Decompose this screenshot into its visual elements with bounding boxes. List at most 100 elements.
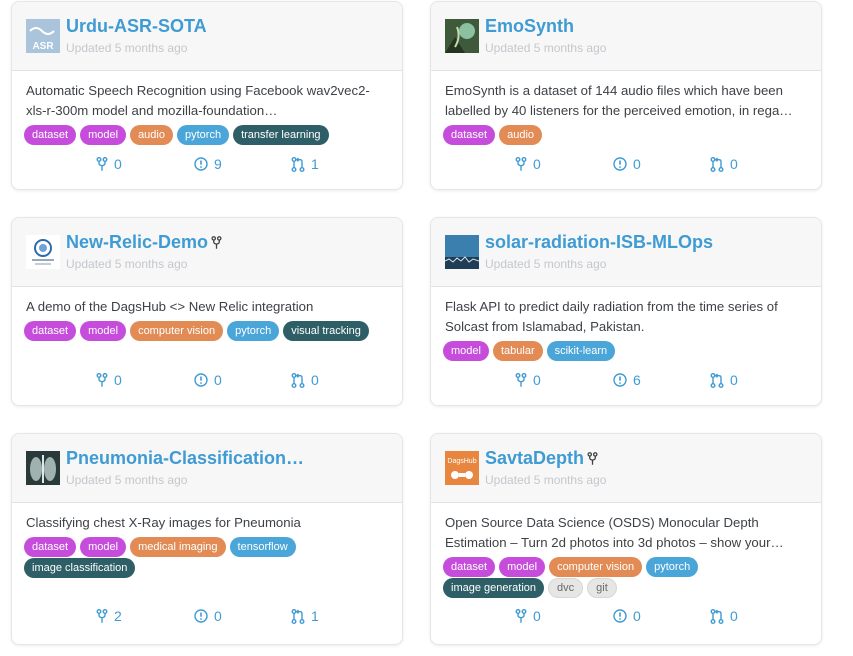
updated-time: Updated 5 months ago xyxy=(66,473,188,487)
tag-model[interactable]: model xyxy=(80,537,127,557)
card-header: solar-radiation-ISB-MLOps Updated 5 mont… xyxy=(431,218,821,287)
fork-icon xyxy=(515,608,527,623)
issue-icon xyxy=(613,157,627,171)
issues-stat[interactable]: 0 xyxy=(194,608,222,624)
new-relic-logo-icon[interactable] xyxy=(26,235,60,269)
tag-computer-vision[interactable]: computer vision xyxy=(549,557,643,577)
tag-pytorch[interactable]: pytorch xyxy=(227,321,280,341)
repo-stats: 0 0 0 xyxy=(431,156,821,176)
tag-list: dataset audio xyxy=(443,125,807,146)
forks-count: 2 xyxy=(114,608,122,624)
tag-git[interactable]: git xyxy=(587,578,617,598)
tag-scikit-learn[interactable]: scikit-learn xyxy=(546,341,616,361)
issues-stat[interactable]: 0 xyxy=(194,372,222,388)
tag-image-generation[interactable]: image generation xyxy=(443,578,545,598)
issues-stat[interactable]: 0 xyxy=(613,156,641,172)
pull-request-icon xyxy=(710,156,724,172)
forks-count: 0 xyxy=(533,608,541,624)
pull-request-icon xyxy=(710,608,724,624)
tag-tabular[interactable]: tabular xyxy=(492,341,543,361)
forks-stat[interactable]: 0 xyxy=(515,156,541,172)
forks-stat[interactable]: 0 xyxy=(96,372,122,388)
card-header: ASR Urdu-ASR-SOTA Updated 5 months ago xyxy=(12,2,402,71)
issues-count: 9 xyxy=(214,156,222,172)
repo-title[interactable]: SavtaDepth xyxy=(485,448,598,469)
repo-title-text[interactable]: SavtaDepth xyxy=(485,448,584,469)
tag-tensorflow[interactable]: tensorflow xyxy=(229,537,296,557)
repo-title[interactable]: EmoSynth xyxy=(485,16,574,37)
forks-count: 0 xyxy=(533,156,541,172)
pulls-count: 0 xyxy=(730,156,738,172)
dagshub-logo-icon[interactable]: DagsHub xyxy=(445,451,479,485)
issues-stat[interactable]: 9 xyxy=(194,156,222,172)
pulls-count: 0 xyxy=(730,372,738,388)
tag-model[interactable]: model xyxy=(499,557,546,577)
pulls-count: 1 xyxy=(311,156,319,172)
issue-icon xyxy=(613,609,627,623)
updated-time: Updated 5 months ago xyxy=(485,257,607,271)
repo-card-pneumonia-classification: Pneumonia-Classification… Updated 5 mont… xyxy=(11,433,403,645)
tag-visual-tracking[interactable]: visual tracking xyxy=(283,321,369,341)
fork-icon xyxy=(515,156,527,171)
pull-requests-stat[interactable]: 0 xyxy=(710,608,738,624)
forks-stat[interactable]: 2 xyxy=(96,608,122,624)
pull-requests-stat[interactable]: 1 xyxy=(291,608,319,624)
issues-stat[interactable]: 0 xyxy=(613,608,641,624)
tag-dataset[interactable]: dataset xyxy=(24,125,77,145)
tag-list: dataset model medical imaging tensorflow… xyxy=(24,537,388,579)
tag-audio[interactable]: audio xyxy=(130,125,173,145)
pull-requests-stat[interactable]: 0 xyxy=(710,372,738,388)
tag-pytorch[interactable]: pytorch xyxy=(176,125,230,145)
repo-card-savtadepth: DagsHub SavtaDepth Updated 5 months ago … xyxy=(430,433,822,645)
repo-stats: 0 0 0 xyxy=(431,608,821,628)
tag-list: dataset model computer vision pytorch vi… xyxy=(24,321,388,342)
tag-image-classification[interactable]: image classification xyxy=(24,558,136,578)
repo-title[interactable]: Pneumonia-Classification… xyxy=(66,448,304,469)
tag-model[interactable]: model xyxy=(443,341,489,361)
repo-title[interactable]: New-Relic-Demo xyxy=(66,232,222,253)
issue-icon xyxy=(194,373,208,387)
repo-description: EmoSynth is a dataset of 144 audio files… xyxy=(445,83,793,118)
tag-audio[interactable]: audio xyxy=(499,125,543,145)
issues-stat[interactable]: 6 xyxy=(613,372,641,388)
tag-dataset[interactable]: dataset xyxy=(443,557,496,577)
repo-title-text[interactable]: New-Relic-Demo xyxy=(66,232,208,253)
urdu-asr-logo-text: ASR xyxy=(32,41,54,52)
tag-model[interactable]: model xyxy=(80,321,127,341)
forks-stat[interactable]: 0 xyxy=(96,156,122,172)
repo-title[interactable]: solar-radiation-ISB-MLOps xyxy=(485,232,713,253)
fork-icon xyxy=(96,608,108,623)
forks-stat[interactable]: 0 xyxy=(515,608,541,624)
forks-count: 0 xyxy=(114,156,122,172)
card-header: Pneumonia-Classification… Updated 5 mont… xyxy=(12,434,402,503)
tag-dataset[interactable]: dataset xyxy=(24,321,77,341)
repo-title[interactable]: Urdu-ASR-SOTA xyxy=(66,16,207,37)
tag-model[interactable]: model xyxy=(80,125,127,145)
emosynth-image-icon[interactable] xyxy=(445,19,479,53)
tag-transfer-learning[interactable]: transfer learning xyxy=(233,125,329,145)
issue-icon xyxy=(194,609,208,623)
pull-requests-stat[interactable]: 1 xyxy=(291,156,319,172)
urdu-asr-logo-icon[interactable]: ASR xyxy=(26,19,60,53)
fork-icon xyxy=(96,372,108,387)
tag-dvc[interactable]: dvc xyxy=(548,578,584,598)
repo-description: Classifying chest X-Ray images for Pneum… xyxy=(26,515,301,530)
repo-title-text[interactable]: Pneumonia-Classification… xyxy=(66,448,304,469)
tag-pytorch[interactable]: pytorch xyxy=(646,557,699,577)
repo-card-new-relic-demo: New-Relic-Demo Updated 5 months ago A de… xyxy=(11,217,403,406)
forks-stat[interactable]: 0 xyxy=(515,372,541,388)
solar-chart-image-icon[interactable] xyxy=(445,235,479,269)
pull-requests-stat[interactable]: 0 xyxy=(710,156,738,172)
issues-count: 0 xyxy=(214,372,222,388)
tag-computer-vision[interactable]: computer vision xyxy=(130,321,224,341)
repo-title-text[interactable]: Urdu-ASR-SOTA xyxy=(66,16,207,37)
tag-dataset[interactable]: dataset xyxy=(24,537,77,557)
tag-medical-imaging[interactable]: medical imaging xyxy=(130,537,226,557)
tag-dataset[interactable]: dataset xyxy=(443,125,496,145)
issue-icon xyxy=(194,157,208,171)
repo-title-text[interactable]: solar-radiation-ISB-MLOps xyxy=(485,232,713,253)
issues-count: 0 xyxy=(214,608,222,624)
pull-requests-stat[interactable]: 0 xyxy=(291,372,319,388)
repo-title-text[interactable]: EmoSynth xyxy=(485,16,574,37)
xray-image-icon[interactable] xyxy=(26,451,60,485)
